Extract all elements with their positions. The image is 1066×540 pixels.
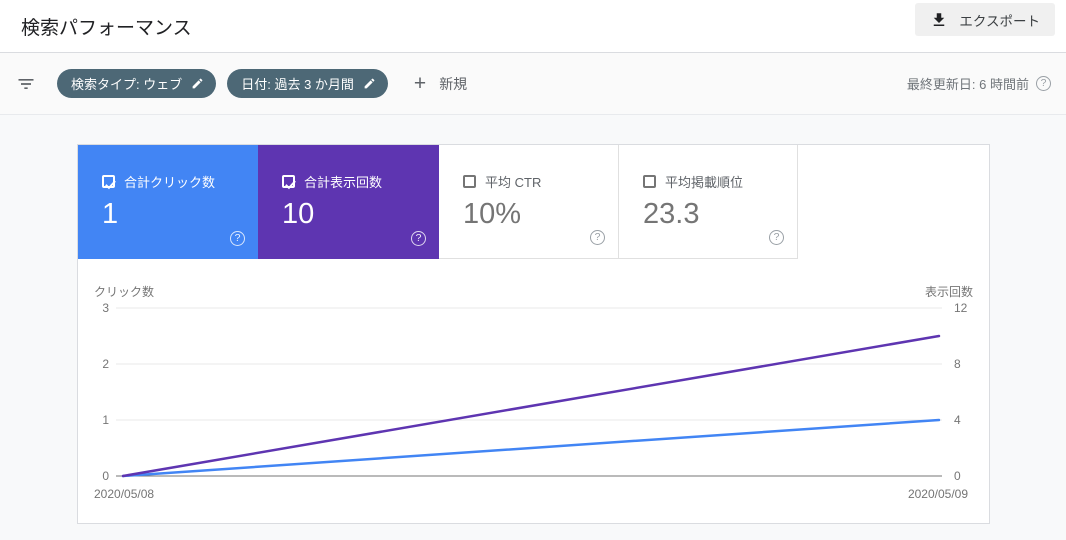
filter-chip-search-type-label: 検索タイプ: ウェブ [71,77,183,92]
app-header: 検索パフォーマンス エクスポート [0,0,1066,53]
metric-card-total-clicks[interactable]: 合計クリック数 1 ? [78,145,258,259]
new-filter-label: 新規 [439,75,468,92]
metric-label: 平均掲載順位 [665,175,744,190]
help-icon[interactable]: ? [1036,76,1051,91]
metric-card-average-position[interactable]: 平均掲載順位 23.3 ? [619,145,798,259]
performance-panel: 合計クリック数 1 ? 合計表示回数 10 ? 平均 CTR 10% ? 平均掲… [77,144,990,524]
export-button[interactable]: エクスポート [915,3,1055,36]
page-title: 検索パフォーマンス [21,18,192,39]
svg-text:12: 12 [954,301,968,315]
filter-bar: 検索タイプ: ウェブ 日付: 過去 3 か月間 + 新規 最終更新日: 6 時間… [0,53,1066,115]
help-icon[interactable]: ? [590,230,605,245]
svg-text:2020/05/08: 2020/05/08 [94,487,154,501]
svg-text:3: 3 [102,301,109,315]
help-icon[interactable]: ? [411,231,426,246]
checkbox-average-ctr[interactable] [463,175,476,188]
last-updated-text: 最終更新日: 6 時間前 [906,77,1029,92]
metric-label: 平均 CTR [485,175,542,190]
filter-list-icon [16,74,36,94]
performance-chart[interactable]: クリック数 表示回数 0 0 1 4 2 8 3 12 2020/05/08 2020/05/09 [78,259,989,523]
svg-text:4: 4 [954,413,961,427]
filter-chip-date[interactable]: 日付: 過去 3 か月間 [227,69,388,98]
last-updated: 最終更新日: 6 時間前 ? [907,74,1051,93]
download-icon [930,11,948,29]
metric-label: 合計表示回数 [304,175,383,190]
checkbox-total-clicks[interactable] [102,175,116,190]
export-button-label: エクスポート [959,13,1040,29]
metric-value: 10 [282,198,315,230]
svg-text:2: 2 [102,357,109,371]
metric-value: 1 [102,198,119,230]
plus-icon: + [413,72,427,95]
svg-text:0: 0 [102,469,109,483]
svg-text:0: 0 [954,469,961,483]
metric-label: 合計クリック数 [124,175,216,190]
metric-value: 23.3 [643,198,700,230]
help-icon[interactable]: ? [230,231,245,246]
metric-card-total-impressions[interactable]: 合計表示回数 10 ? [258,145,439,259]
svg-text:1: 1 [102,413,109,427]
chart-plot[interactable]: 0 0 1 4 2 8 3 12 2020/05/08 2020/05/09 [78,259,989,523]
metric-card-average-ctr[interactable]: 平均 CTR 10% ? [439,145,619,259]
help-icon[interactable]: ? [769,230,784,245]
metric-cards-row: 合計クリック数 1 ? 合計表示回数 10 ? 平均 CTR 10% ? 平均掲… [78,145,989,259]
svg-text:8: 8 [954,357,961,371]
metric-value: 10% [463,198,522,230]
edit-pencil-icon[interactable] [363,77,376,90]
new-filter-button[interactable]: + 新規 [414,73,467,94]
checkbox-average-position[interactable] [643,175,656,188]
edit-pencil-icon[interactable] [191,77,204,90]
filter-chip-date-label: 日付: 過去 3 か月間 [241,77,354,92]
checkbox-total-impressions[interactable] [282,175,296,190]
svg-text:2020/05/09: 2020/05/09 [908,487,968,501]
filter-chip-search-type[interactable]: 検索タイプ: ウェブ [57,69,217,98]
